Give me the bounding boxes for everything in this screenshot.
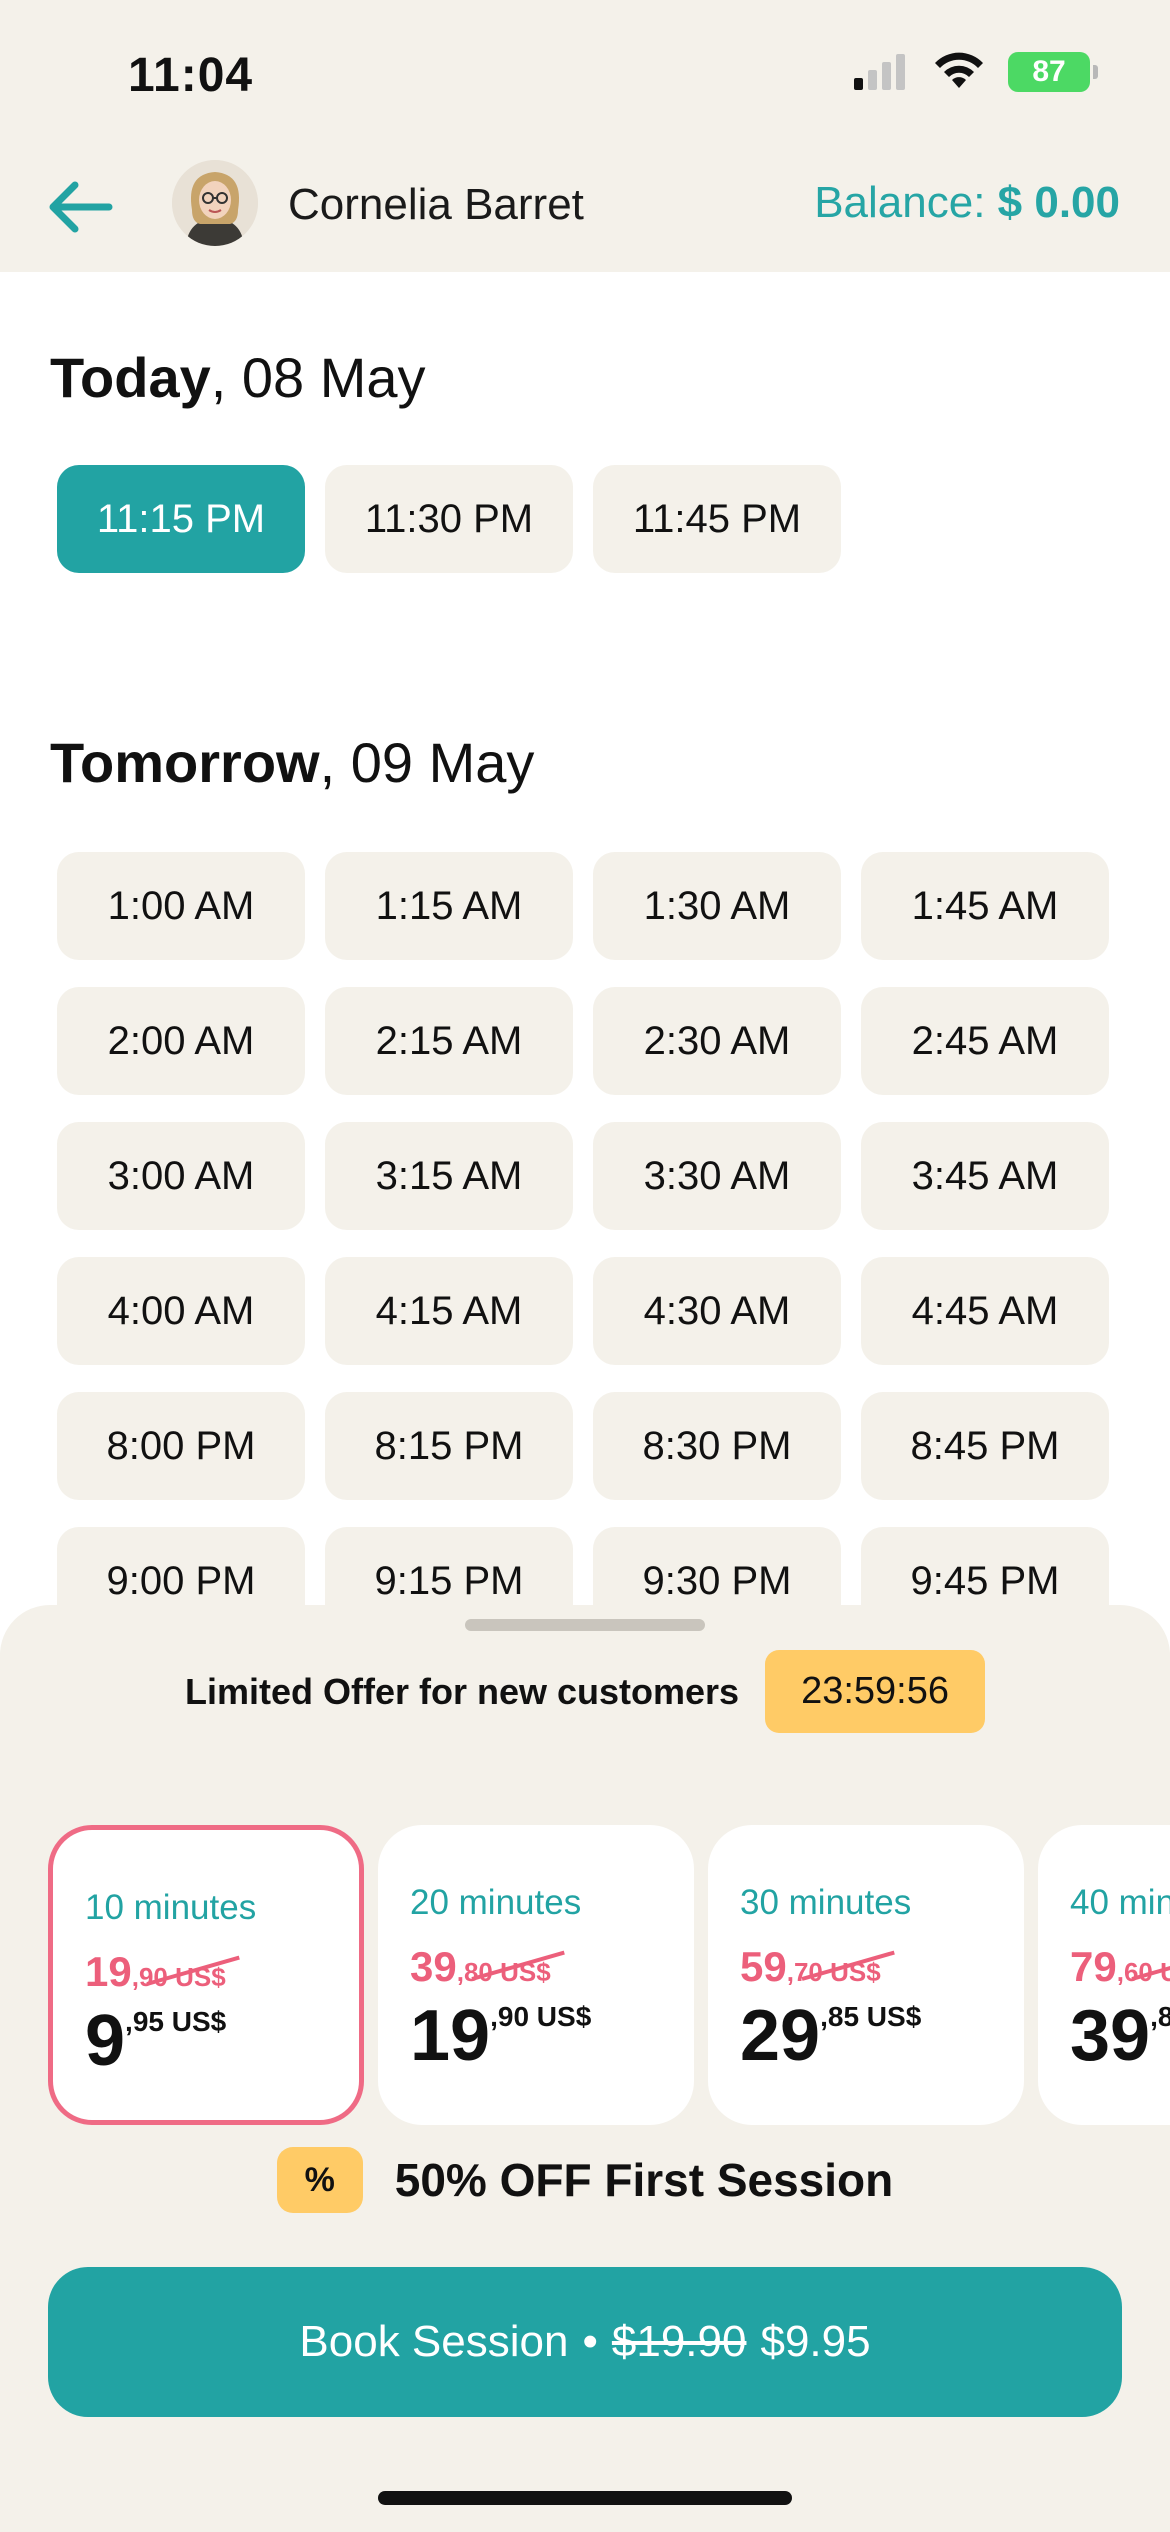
new-price-cents: ,95 US$ (125, 2006, 227, 2037)
user-name: Cornelia Barret (288, 180, 584, 229)
old-price-main: 59 (740, 1943, 787, 1990)
new-price-main: 9 (85, 2001, 126, 2081)
offer-timer: 23:59:56 (765, 1650, 986, 1733)
time-slot[interactable]: 2:30 AM (593, 987, 841, 1095)
today-label: Today (50, 346, 211, 409)
package-old-price: 39,80 US$ (410, 1943, 565, 1991)
tomorrow-title: Tomorrow, 09 May (50, 730, 534, 795)
status-time: 11:04 (128, 49, 254, 102)
status-icons: 87 (852, 52, 1098, 92)
balance-amount: $ 0.00 (997, 178, 1120, 227)
time-slot[interactable]: 2:00 AM (57, 987, 305, 1095)
time-slot[interactable]: 11:30 PM (325, 465, 573, 573)
time-slot[interactable]: 1:15 AM (325, 852, 573, 960)
time-slot[interactable]: 2:45 AM (861, 987, 1109, 1095)
time-slot[interactable]: 3:00 AM (57, 1122, 305, 1230)
offer-text: Limited Offer for new customers (184, 1670, 740, 1712)
package-old-price: 79,60 US$ (1070, 1943, 1170, 1991)
battery-level: 87 (1032, 55, 1066, 88)
booking-sheet: Limited Offer for new customers 23:59:56… (0, 1605, 1170, 2532)
time-slot[interactable]: 11:45 PM (593, 465, 841, 573)
time-slot[interactable]: 4:45 AM (861, 1257, 1109, 1365)
time-slot[interactable]: 1:45 AM (861, 852, 1109, 960)
time-slot[interactable]: 3:45 AM (861, 1122, 1109, 1230)
new-price-cents: ,90 US$ (490, 2001, 592, 2032)
today-date: , 08 May (210, 346, 426, 409)
time-slot[interactable]: 8:45 PM (861, 1392, 1109, 1500)
arrow-left-icon (49, 181, 113, 233)
package-duration: 20 minutes (410, 1883, 582, 1922)
coupon-icon: % (276, 2147, 363, 2213)
package-card[interactable]: 40 minutes79,60 US$39,80 US$ (1038, 1825, 1170, 2125)
wifi-icon (935, 52, 983, 88)
discount-banner: % 50% OFF First Session (0, 2147, 1170, 2213)
profile-header: Cornelia Barret Balance: $ 0.00 (0, 150, 1170, 272)
back-button[interactable] (40, 172, 120, 242)
package-new-price: 9,95 US$ (85, 2000, 226, 2082)
tomorrow-date: , 09 May (319, 731, 535, 794)
time-slot[interactable]: 2:15 AM (325, 987, 573, 1095)
package-duration: 40 minutes (1070, 1883, 1170, 1922)
time-slot[interactable]: 8:30 PM (593, 1392, 841, 1500)
book-session-button[interactable]: Book Session • $19.90 $9.95 (48, 2267, 1122, 2417)
time-slot[interactable]: 3:15 AM (325, 1122, 573, 1230)
avatar[interactable] (172, 160, 258, 246)
cellular-signal-icon (854, 54, 905, 90)
package-card[interactable]: 30 minutes 59,70 US$ 29,85 US$ (708, 1825, 1024, 2125)
package-old-price: 19,90 US$ (85, 1948, 240, 1996)
time-slot[interactable]: 8:00 PM (57, 1392, 305, 1500)
book-new-price: $9.95 (760, 2317, 871, 2366)
new-price-main: 39 (1070, 1996, 1151, 2076)
new-price-main: 19 (410, 1996, 491, 2076)
balance-label: Balance: (814, 178, 986, 227)
time-slot[interactable]: 1:00 AM (57, 852, 305, 960)
package-duration: 30 minutes (740, 1883, 912, 1922)
new-price-cents: ,80 US$ (1150, 2001, 1170, 2032)
discount-text: 50% OFF First Session (394, 2154, 894, 2206)
time-slot[interactable]: 4:15 AM (325, 1257, 573, 1365)
old-price-main: 79 (1070, 1943, 1117, 1990)
battery-icon: 87 (1008, 52, 1098, 92)
sheet-drag-handle[interactable] (465, 1619, 705, 1631)
avatar-image (172, 160, 258, 246)
status-bar: 11:04 87 (0, 0, 1170, 150)
limited-offer: Limited Offer for new customers 23:59:56 (0, 1650, 1170, 1733)
time-slot[interactable]: 4:00 AM (57, 1257, 305, 1365)
package-duration: 10 minutes (85, 1888, 257, 1927)
time-slot[interactable]: 3:30 AM (593, 1122, 841, 1230)
package-card[interactable]: 10 minutes 19,90 US$ 9,95 US$ (48, 1825, 364, 2125)
old-price-main: 19 (85, 1948, 132, 1995)
home-indicator (378, 2491, 792, 2505)
today-title: Today, 08 May (50, 345, 426, 410)
package-new-price: 19,90 US$ (410, 1995, 591, 2077)
time-slot[interactable]: 8:15 PM (325, 1392, 573, 1500)
old-price-main: 39 (410, 1943, 457, 1990)
tomorrow-label: Tomorrow (50, 731, 320, 794)
package-new-price: 39,80 US$ (1070, 1995, 1170, 2077)
time-slot[interactable]: 1:30 AM (593, 852, 841, 960)
book-separator: • (582, 2317, 598, 2366)
package-old-price: 59,70 US$ (740, 1943, 895, 1991)
time-slot[interactable]: 11:15 PM (57, 465, 305, 573)
balance: Balance: $ 0.00 (814, 178, 1120, 228)
book-old-price: $19.90 (611, 2317, 747, 2366)
new-price-cents: ,85 US$ (820, 2001, 922, 2032)
time-slot[interactable]: 4:30 AM (593, 1257, 841, 1365)
book-label: Book Session (299, 2317, 569, 2366)
package-new-price: 29,85 US$ (740, 1995, 921, 2077)
package-card[interactable]: 20 minutes 39,80 US$ 19,90 US$ (378, 1825, 694, 2125)
new-price-main: 29 (740, 1996, 821, 2076)
